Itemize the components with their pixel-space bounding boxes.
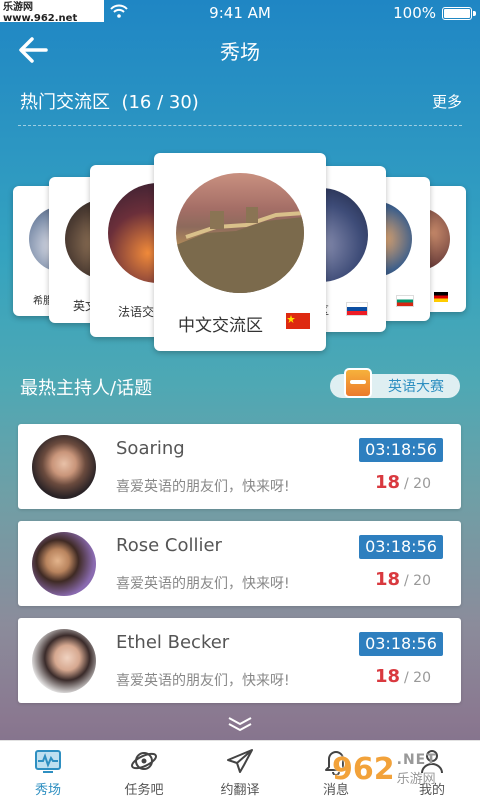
avatar: [32, 629, 96, 693]
hot-zone-title: 热门交流区 (16 / 30): [20, 92, 199, 113]
participant-count: 18/ 20: [374, 569, 431, 590]
host-desc: 喜爱英语的朋友们，快来呀!: [116, 479, 290, 495]
battery-icon: [442, 7, 476, 20]
tab-translate[interactable]: 约翻译: [192, 741, 288, 800]
host-card[interactable]: Ethel Becker 喜爱英语的朋友们，快来呀! 03:18:56 18/ …: [18, 618, 461, 703]
tab-showcase[interactable]: 秀场: [0, 741, 96, 800]
avatar: [32, 435, 96, 499]
countdown-timer: 03:18:56: [359, 535, 443, 559]
paper-plane-icon: [225, 747, 255, 775]
nav-bar: 秀场: [0, 26, 480, 74]
tab-label: 秀场: [34, 783, 61, 798]
china-flag-icon: [286, 313, 310, 329]
countdown-timer: 03:18:56: [359, 438, 443, 462]
english-contest-button[interactable]: 英语大赛: [330, 368, 460, 398]
tab-label: 任务吧: [124, 783, 164, 798]
watermark-logo: 962 .NET 乐游网: [332, 751, 437, 787]
bulgaria-flag-icon: [396, 295, 414, 307]
host-name: Ethel Becker: [116, 632, 230, 653]
planet-icon: [129, 747, 159, 775]
contest-badge-icon: [344, 368, 372, 398]
hot-zone-header: 热门交流区 (16 / 30) 更多: [18, 86, 462, 126]
participant-count: 18/ 20: [374, 472, 431, 493]
slovakia-flag-icon: [346, 302, 368, 316]
host-card[interactable]: Rose Collier 喜爱英语的朋友们，快来呀! 03:18:56 18/ …: [18, 521, 461, 606]
showcase-icon: [33, 747, 63, 775]
zone-carousel[interactable]: 区 希腊 英文 法语交 中文交流区: [0, 150, 480, 355]
topics-header: 最热主持人/话题 英语大赛: [18, 368, 462, 402]
zone-card-label: 中文交流区: [178, 316, 263, 336]
chevron-down-icon[interactable]: [226, 716, 254, 732]
host-card[interactable]: Soaring 喜爱英语的朋友们，快来呀! 03:18:56 18/ 20: [18, 424, 461, 509]
battery-percent: 100%: [393, 4, 436, 22]
germany-flag-icon: [434, 292, 448, 302]
watermark-top: 乐游网 www.962.net: [0, 0, 104, 24]
host-name: Soaring: [116, 438, 185, 459]
great-wall-photo: [176, 173, 304, 293]
host-list: Soaring 喜爱英语的朋友们，快来呀! 03:18:56 18/ 20 Ro…: [18, 424, 461, 715]
page-title: 秀场: [220, 40, 260, 64]
more-link[interactable]: 更多: [432, 91, 462, 112]
participant-count: 18/ 20: [374, 666, 431, 687]
contest-label: 英语大赛: [388, 379, 444, 395]
avatar: [32, 532, 96, 596]
topics-title: 最热主持人/话题: [20, 378, 153, 399]
zone-card-label: 法语交: [118, 305, 155, 319]
host-desc: 喜爱英语的朋友们，快来呀!: [116, 673, 290, 689]
host-name: Rose Collier: [116, 535, 222, 556]
countdown-timer: 03:18:56: [359, 632, 443, 656]
host-desc: 喜爱英语的朋友们，快来呀!: [116, 576, 290, 592]
tab-tasks[interactable]: 任务吧: [96, 741, 192, 800]
zone-card-china[interactable]: 中文交流区: [154, 153, 326, 351]
tab-label: 约翻译: [220, 783, 260, 798]
